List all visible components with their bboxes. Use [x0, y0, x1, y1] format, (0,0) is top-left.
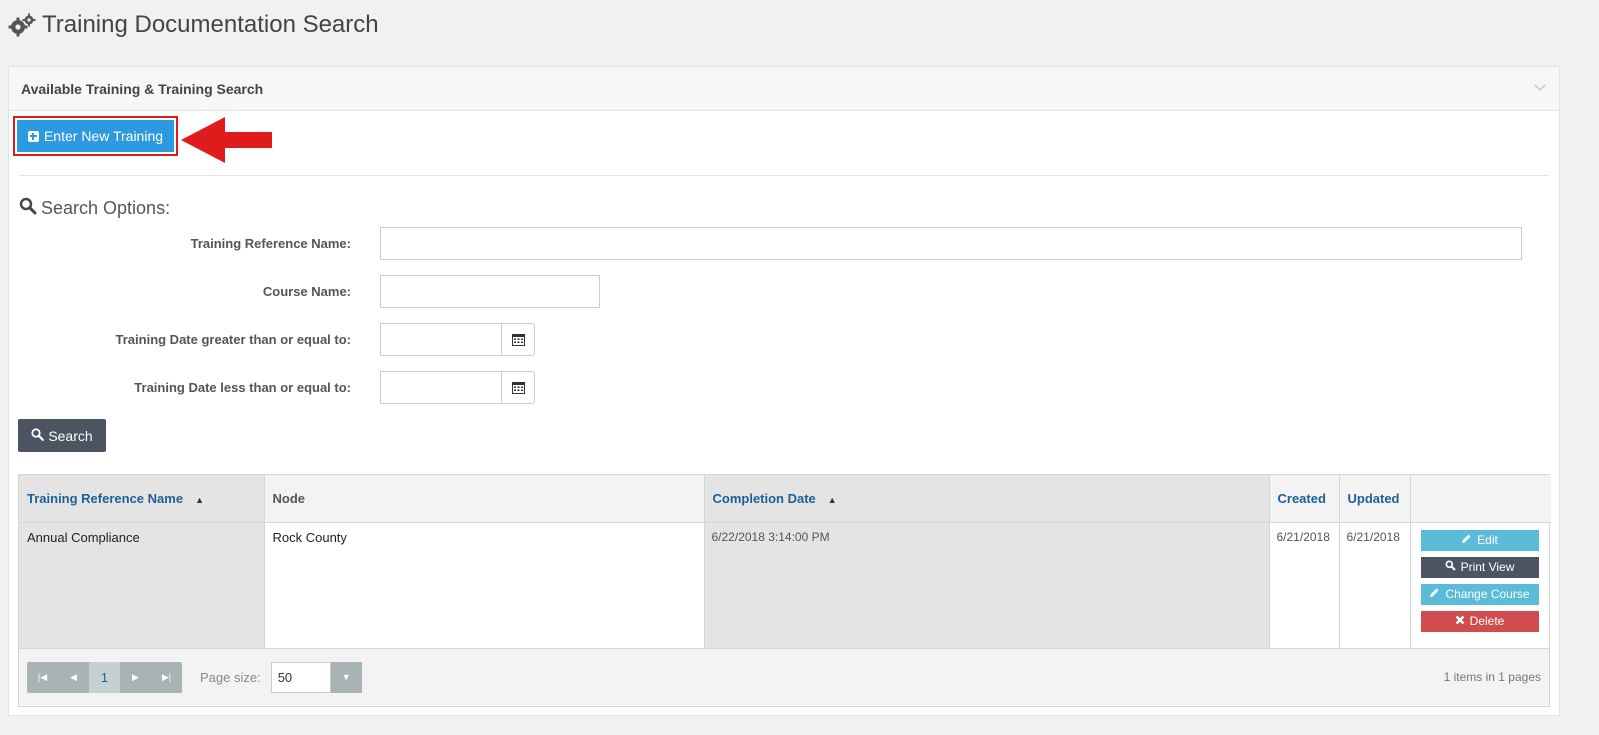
panel-heading: Available Training & Training Search	[9, 67, 1559, 111]
chevron-down-icon[interactable]	[1533, 81, 1547, 96]
search-icon	[19, 197, 37, 220]
print-view-button[interactable]: Print View	[1420, 556, 1539, 578]
date-to-row: Training Date less than or equal to:	[9, 371, 535, 404]
table-row: Annual Compliance Rock County 6/22/2018 …	[19, 522, 1551, 648]
change-course-button[interactable]: Change Course	[1420, 583, 1539, 605]
previous-page-icon[interactable]: ◀	[58, 662, 89, 693]
cell-node: Rock County	[264, 522, 705, 648]
pager-info: 1 items in 1 pages	[1443, 670, 1541, 684]
delete-button[interactable]: Delete	[1420, 610, 1539, 632]
sort-ascending-icon: ▲	[195, 494, 204, 505]
column-header-reference-name[interactable]: Training Reference Name ▲	[19, 475, 265, 523]
enter-new-training-highlight: Enter New Training	[13, 116, 178, 156]
next-page-icon[interactable]: ▶	[120, 662, 151, 693]
date-from-input[interactable]	[380, 323, 502, 356]
divider	[19, 175, 1549, 176]
gears-icon	[8, 13, 36, 37]
search-button-label: Search	[48, 427, 93, 444]
enter-new-training-label: Enter New Training	[43, 128, 164, 144]
column-header-created[interactable]: Created	[1269, 475, 1340, 523]
date-from-row: Training Date greater than or equal to:	[9, 323, 535, 356]
reference-name-row: Training Reference Name:	[9, 227, 1522, 260]
column-header-actions	[1410, 475, 1551, 523]
calendar-icon[interactable]	[502, 371, 535, 404]
last-page-icon[interactable]: ▶|	[151, 662, 182, 693]
page-title: Training Documentation Search	[42, 11, 379, 38]
cell-completion-date: 6/22/2018 3:14:00 PM	[704, 522, 1270, 648]
column-header-updated[interactable]: Updated	[1339, 475, 1411, 523]
page-number-button[interactable]: 1	[89, 661, 120, 693]
course-name-input[interactable]	[380, 275, 600, 308]
pencil-icon	[1461, 533, 1472, 547]
panel-title: Available Training & Training Search	[21, 80, 264, 97]
first-page-icon[interactable]: |◀	[27, 662, 58, 693]
chevron-down-icon[interactable]: ▼	[330, 661, 362, 693]
page-size-value: 50	[270, 661, 331, 693]
reference-name-input[interactable]	[380, 227, 1522, 260]
date-to-group	[380, 371, 535, 404]
course-name-label: Course Name:	[262, 284, 351, 299]
search-options-title: Search Options:	[41, 198, 171, 218]
table-header-row: Training Reference Name ▲ Node Completion…	[19, 475, 1551, 523]
search-icon	[31, 427, 45, 444]
calendar-icon[interactable]	[502, 323, 535, 356]
date-from-group	[380, 323, 535, 356]
page-size-select[interactable]: 50 ▼	[270, 661, 362, 693]
plus-square-icon	[27, 130, 39, 142]
cell-updated: 6/21/2018	[1339, 522, 1411, 648]
search-button[interactable]: Search	[18, 419, 106, 452]
enter-new-training-button[interactable]: Enter New Training	[17, 120, 174, 152]
course-name-row: Course Name:	[9, 275, 600, 308]
edit-button[interactable]: Edit	[1420, 529, 1539, 551]
training-grid: Training Reference Name ▲ Node Completion…	[18, 474, 1551, 707]
cell-created: 6/21/2018	[1269, 522, 1340, 648]
close-icon	[1455, 614, 1465, 628]
cell-actions: Edit Print View Change Course Delete	[1410, 522, 1551, 648]
red-arrow-annotation	[181, 117, 272, 163]
page-header: Training Documentation Search	[0, 0, 1599, 44]
reference-name-label: Training Reference Name:	[190, 236, 351, 251]
date-to-input[interactable]	[380, 371, 502, 404]
pager: |◀ ◀ 1 ▶ ▶| Page size: 50 ▼ 1 items in 1…	[19, 648, 1549, 705]
training-panel: Available Training & Training Search Ent…	[8, 66, 1560, 716]
search-icon	[1445, 560, 1456, 574]
date-from-label: Training Date greater than or equal to:	[115, 332, 351, 347]
column-header-node: Node	[264, 475, 705, 523]
date-to-label: Training Date less than or equal to:	[134, 380, 351, 395]
column-header-completion-date[interactable]: Completion Date ▲	[704, 475, 1270, 523]
sort-ascending-icon: ▲	[827, 494, 837, 505]
training-table: Training Reference Name ▲ Node Completion…	[19, 475, 1551, 648]
cell-reference-name: Annual Compliance	[19, 522, 265, 648]
pencil-icon	[1429, 587, 1440, 601]
search-options-heading: Search Options:	[19, 197, 170, 220]
pager-nav: |◀ ◀ 1 ▶ ▶|	[27, 661, 182, 693]
page-size-label: Page size:	[200, 669, 261, 685]
